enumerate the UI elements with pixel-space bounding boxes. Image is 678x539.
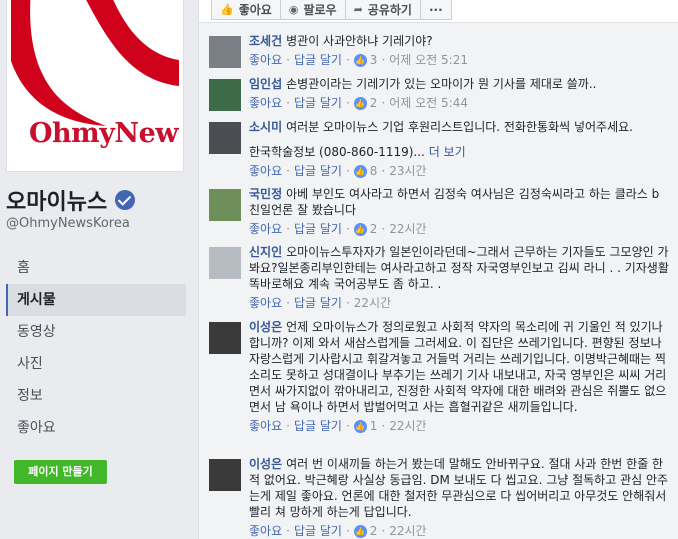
post-area: 👍 좋아요 ◉ 팔로우 ➦ 공유하기 ··· 조세건 병관이 사과안하냐 기레기야? 좋… xyxy=(198,0,678,539)
avatar[interactable] xyxy=(209,322,241,354)
nav-item-photos[interactable]: 사진 xyxy=(6,348,186,380)
like-button[interactable]: 👍 좋아요 xyxy=(211,0,281,20)
nav-item-home[interactable]: 홈 xyxy=(6,252,186,284)
comment-text: 여러 번 이새끼들 하는거 봤는데 말해도 안바뀌구요. 절대 사과 한번 한줄… xyxy=(249,457,669,519)
comment-text: 오마이뉴스투자자가 일본인이라던데~그래서 근무하는 기자들도 그모양인 가봐요… xyxy=(249,245,669,291)
comment-like-link[interactable]: 좋아요 xyxy=(249,523,282,539)
avatar[interactable] xyxy=(209,459,241,491)
comment-list: 조세건 병관이 사과안하냐 기레기야? 좋아요 · 답글 달기 · 👍 3 · 어제 오전… xyxy=(199,22,678,539)
comment-author[interactable]: 이성은 xyxy=(249,320,282,334)
avatar[interactable] xyxy=(209,122,241,154)
page-name-text[interactable]: 오마이뉴스 xyxy=(6,184,107,216)
comment-like-count[interactable]: 2 xyxy=(370,95,378,111)
comment-author[interactable]: 임인섭 xyxy=(249,77,282,91)
verified-badge-icon xyxy=(115,190,136,210)
like-count-icon: 👍 xyxy=(353,419,367,433)
like-count-icon: 👍 xyxy=(353,524,367,538)
nav-item-videos[interactable]: 동영상 xyxy=(6,316,186,348)
comment-reply-link[interactable]: 답글 달기 xyxy=(294,163,342,179)
page-handle[interactable]: @OhmyNewsKorea xyxy=(6,216,130,231)
follow-button-label: 팔로우 xyxy=(303,3,337,17)
comment-time[interactable]: 22시간 xyxy=(389,418,426,434)
comment-like-count[interactable]: 8 xyxy=(370,163,378,179)
comment-author[interactable]: 국민정 xyxy=(249,187,282,201)
comment-reply-link[interactable]: 답글 달기 xyxy=(294,295,342,311)
logo-wordmark: OhmyNews xyxy=(29,118,179,149)
more-options-label: ··· xyxy=(428,2,443,17)
share-arrow-icon: ➦ xyxy=(353,3,363,16)
profile-picture[interactable]: OhmyNews xyxy=(6,0,184,172)
like-count-icon: 👍 xyxy=(353,53,367,67)
comment-text: 손병관이라는 기레기가 있는 오마이가 뭔 기사를 제대로 쓸까.. xyxy=(286,77,597,91)
comment-like-count[interactable]: 2 xyxy=(370,523,378,539)
avatar[interactable] xyxy=(209,247,241,279)
nav-item-posts[interactable]: 게시물 xyxy=(6,284,186,316)
comment-like-link[interactable]: 좋아요 xyxy=(249,418,282,434)
see-more-link[interactable]: 더 보기 xyxy=(429,145,466,159)
comment-time[interactable]: 23시간 xyxy=(389,163,426,179)
comment-time[interactable]: 22시간 xyxy=(354,295,391,311)
comment-like-link[interactable]: 좋아요 xyxy=(249,295,282,311)
comment-text: 아베 부인도 여사라고 하면서 김정숙 여사님은 김정숙씨라고 하는 클라스 b… xyxy=(249,187,660,217)
like-count-icon: 👍 xyxy=(353,96,367,110)
comment-like-link[interactable]: 좋아요 xyxy=(249,163,282,179)
like-button-label: 좋아요 xyxy=(238,3,272,17)
comment-like-count[interactable]: 2 xyxy=(370,221,378,237)
comment-author[interactable]: 신지인 xyxy=(249,245,282,259)
post-action-bar: 👍 좋아요 ◉ 팔로우 ➦ 공유하기 ··· xyxy=(211,0,452,20)
comment-reply-link[interactable]: 답글 달기 xyxy=(294,523,342,539)
comment-text: 언제 오마이뉴스가 정의로웠고 사회적 약자의 목소리에 귀 기울인 적 있기나… xyxy=(249,320,667,414)
page-nav: 홈 게시물 동영상 사진 정보 좋아요 xyxy=(6,252,186,444)
thumbs-up-icon: 👍 xyxy=(220,3,234,16)
comment-time[interactable]: 22시간 xyxy=(389,523,426,539)
comment-time[interactable]: 어제 오전 5:44 xyxy=(389,95,468,111)
comment-like-link[interactable]: 좋아요 xyxy=(249,95,282,111)
comment-reply-link[interactable]: 답글 달기 xyxy=(294,418,342,434)
like-count-icon: 👍 xyxy=(353,164,367,178)
more-options-button[interactable]: ··· xyxy=(419,0,452,20)
follow-button[interactable]: ◉ 팔로우 xyxy=(279,0,346,20)
avatar[interactable] xyxy=(209,79,241,111)
comment-reply-link[interactable]: 답글 달기 xyxy=(294,52,342,68)
share-button[interactable]: ➦ 공유하기 xyxy=(344,0,421,20)
page-name[interactable]: 오마이뉴스 xyxy=(6,184,136,216)
comment-reply-link[interactable]: 답글 달기 xyxy=(294,95,342,111)
comment-author[interactable]: 이성은 xyxy=(249,457,282,471)
comment-like-link[interactable]: 좋아요 xyxy=(249,221,282,237)
comment-time[interactable]: 어제 오전 5:21 xyxy=(389,52,468,68)
comment-like-link[interactable]: 좋아요 xyxy=(249,52,282,68)
rss-icon: ◉ xyxy=(288,3,299,16)
comment-like-count[interactable]: 3 xyxy=(370,52,378,68)
comment-author[interactable]: 조세건 xyxy=(249,34,282,48)
nav-item-likes[interactable]: 좋아요 xyxy=(6,412,186,444)
avatar[interactable] xyxy=(209,189,241,221)
page-sidebar: OhmyNews 오마이뉴스 @OhmyNewsKorea 홈 게시물 동영상 … xyxy=(0,0,198,539)
nav-item-about[interactable]: 정보 xyxy=(6,380,186,412)
comment-extra-text: 한국학술정보 (080-860-1119)... xyxy=(249,145,425,159)
create-page-button[interactable]: 페이지 만들기 xyxy=(14,460,107,484)
comment-author[interactable]: 소시미 xyxy=(249,120,282,134)
avatar[interactable] xyxy=(209,36,241,68)
comment-text: 병관이 사과안하냐 기레기야? xyxy=(286,34,433,48)
like-count-icon: 👍 xyxy=(353,222,367,236)
comment-reply-link[interactable]: 답글 달기 xyxy=(294,221,342,237)
comment-like-count[interactable]: 1 xyxy=(370,418,378,434)
comment-text: 여러분 오마이뉴스 기업 후원리스트입니다. 전화한통화씩 넣어주세요. xyxy=(286,120,633,134)
comment-time[interactable]: 22시간 xyxy=(389,221,426,237)
share-button-label: 공유하기 xyxy=(367,3,412,17)
ohmynews-logo: OhmyNews xyxy=(11,0,179,166)
